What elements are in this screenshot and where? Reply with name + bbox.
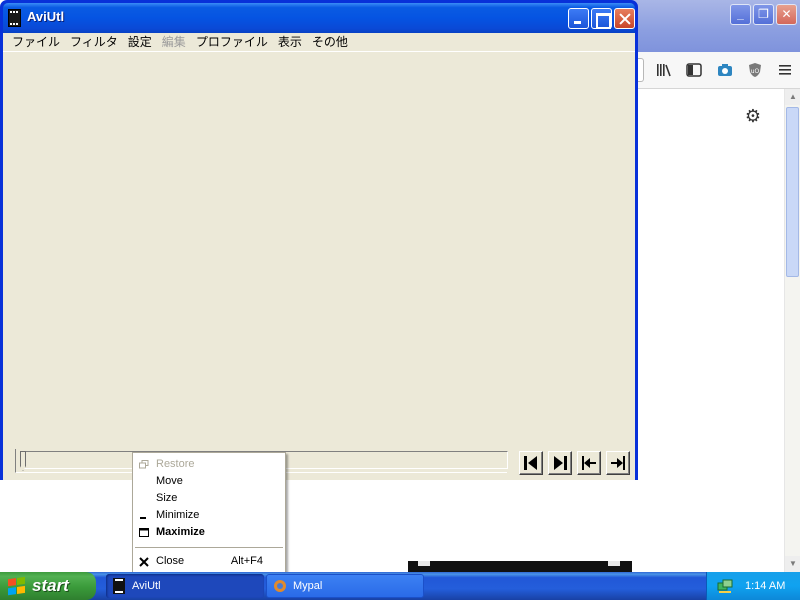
menu-item-label: Move (156, 475, 183, 487)
taskbar: start AviUtl Mypal 1:14 AM (0, 572, 800, 600)
network-icon[interactable] (717, 578, 733, 594)
minimize-button[interactable] (568, 8, 589, 29)
menu-edit[interactable]: 編集 (157, 33, 191, 51)
close-icon (138, 553, 150, 570)
menu-view[interactable]: 表示 (273, 33, 307, 51)
menu-item-move[interactable]: Move (133, 473, 285, 490)
library-icon[interactable] (655, 61, 673, 79)
video-preview-strip (408, 561, 632, 572)
menu-item-maximize[interactable]: Maximize (133, 524, 285, 541)
next-frame-icon (554, 456, 567, 470)
svg-text:uO: uO (751, 68, 760, 75)
scrollbar-thumb[interactable] (786, 107, 799, 277)
scroll-down-arrow-icon[interactable]: ▼ (785, 556, 800, 572)
restore-icon (138, 456, 150, 473)
menu-item-restore[interactable]: Restore (133, 456, 285, 473)
menu-bar: ファイル フィルタ 設定 編集 プロファイル 表示 その他 (3, 33, 635, 52)
taskbar-button-mypal[interactable]: Mypal (266, 574, 424, 598)
prev-frame-button[interactable] (519, 451, 543, 475)
background-restore-button[interactable]: ❐ (753, 4, 774, 25)
start-button[interactable]: start (0, 572, 96, 600)
film-icon[interactable] (8, 9, 21, 27)
background-minimize-button[interactable]: _ (730, 4, 751, 25)
taskbar-button-aviutl[interactable]: AviUtl (106, 574, 264, 598)
film-notch (418, 561, 430, 566)
menu-settings[interactable]: 設定 (123, 33, 157, 51)
maximize-icon (138, 524, 150, 541)
start-label: start (32, 576, 69, 595)
first-frame-button[interactable] (577, 451, 601, 475)
menu-item-size[interactable]: Size (133, 490, 285, 507)
taskbar-button-label: AviUtl (132, 580, 161, 592)
menu-item-label: Minimize (156, 509, 200, 521)
prev-frame-icon (524, 456, 537, 470)
menu-separator (135, 547, 283, 548)
background-close-button[interactable]: ✕ (776, 4, 797, 25)
shortcut-label: Alt+F4 (230, 555, 263, 567)
close-button[interactable] (614, 8, 635, 29)
maximize-icon (592, 9, 611, 29)
screenshot-icon[interactable] (716, 61, 734, 79)
window-context-menu: Restore Move Size Minimize Maximize Clos… (132, 452, 286, 584)
menu-item-label: Maximize (156, 526, 205, 538)
browser-scrollbar[interactable]: ▲ ▼ (784, 89, 800, 572)
aviutl-window: AviUtl ファイル フィルタ 設定 編集 プロファイル 表示 その他 (0, 0, 638, 480)
mypal-browser-icon (274, 580, 286, 592)
taskbar-button-label: Mypal (293, 580, 323, 592)
close-icon: ✕ (781, 7, 792, 21)
film-notch (608, 561, 620, 566)
last-frame-button[interactable] (606, 451, 630, 475)
first-frame-icon (582, 456, 596, 470)
system-tray: 1:14 AM (706, 572, 800, 600)
menu-profile[interactable]: プロファイル (191, 33, 273, 51)
restore-icon: ❐ (758, 7, 769, 21)
minimize-icon (569, 9, 588, 28)
close-icon (615, 9, 634, 28)
aviutl-titlebar[interactable]: AviUtl (3, 3, 635, 33)
minimize-icon: _ (737, 7, 744, 21)
menu-item-close[interactable]: Close Alt+F4 (133, 553, 285, 570)
film-icon (113, 578, 125, 594)
clock[interactable]: 1:14 AM (745, 580, 785, 592)
menu-filter[interactable]: フィルタ (65, 33, 123, 51)
next-frame-button[interactable] (548, 451, 572, 475)
menu-item-label: Size (156, 492, 178, 504)
scroll-up-arrow-icon[interactable]: ▲ (785, 89, 800, 105)
sidebar-icon[interactable] (685, 61, 703, 79)
menu-item-label: Restore (156, 458, 195, 470)
ublock-icon[interactable]: uO (746, 61, 764, 79)
menu-other[interactable]: その他 (307, 33, 353, 51)
menu-file[interactable]: ファイル (7, 33, 65, 51)
minimize-icon (138, 507, 150, 524)
menu-item-minimize[interactable]: Minimize (133, 507, 285, 524)
menu-item-label: Close (156, 555, 185, 567)
preview-area (3, 52, 635, 480)
windows-logo-icon (8, 576, 26, 596)
last-frame-icon (611, 456, 625, 470)
maximize-button[interactable] (591, 8, 612, 29)
window-title: AviUtl (27, 9, 65, 24)
hamburger-menu-icon[interactable] (776, 61, 794, 79)
settings-gear-icon[interactable]: ⚙ (743, 106, 763, 126)
